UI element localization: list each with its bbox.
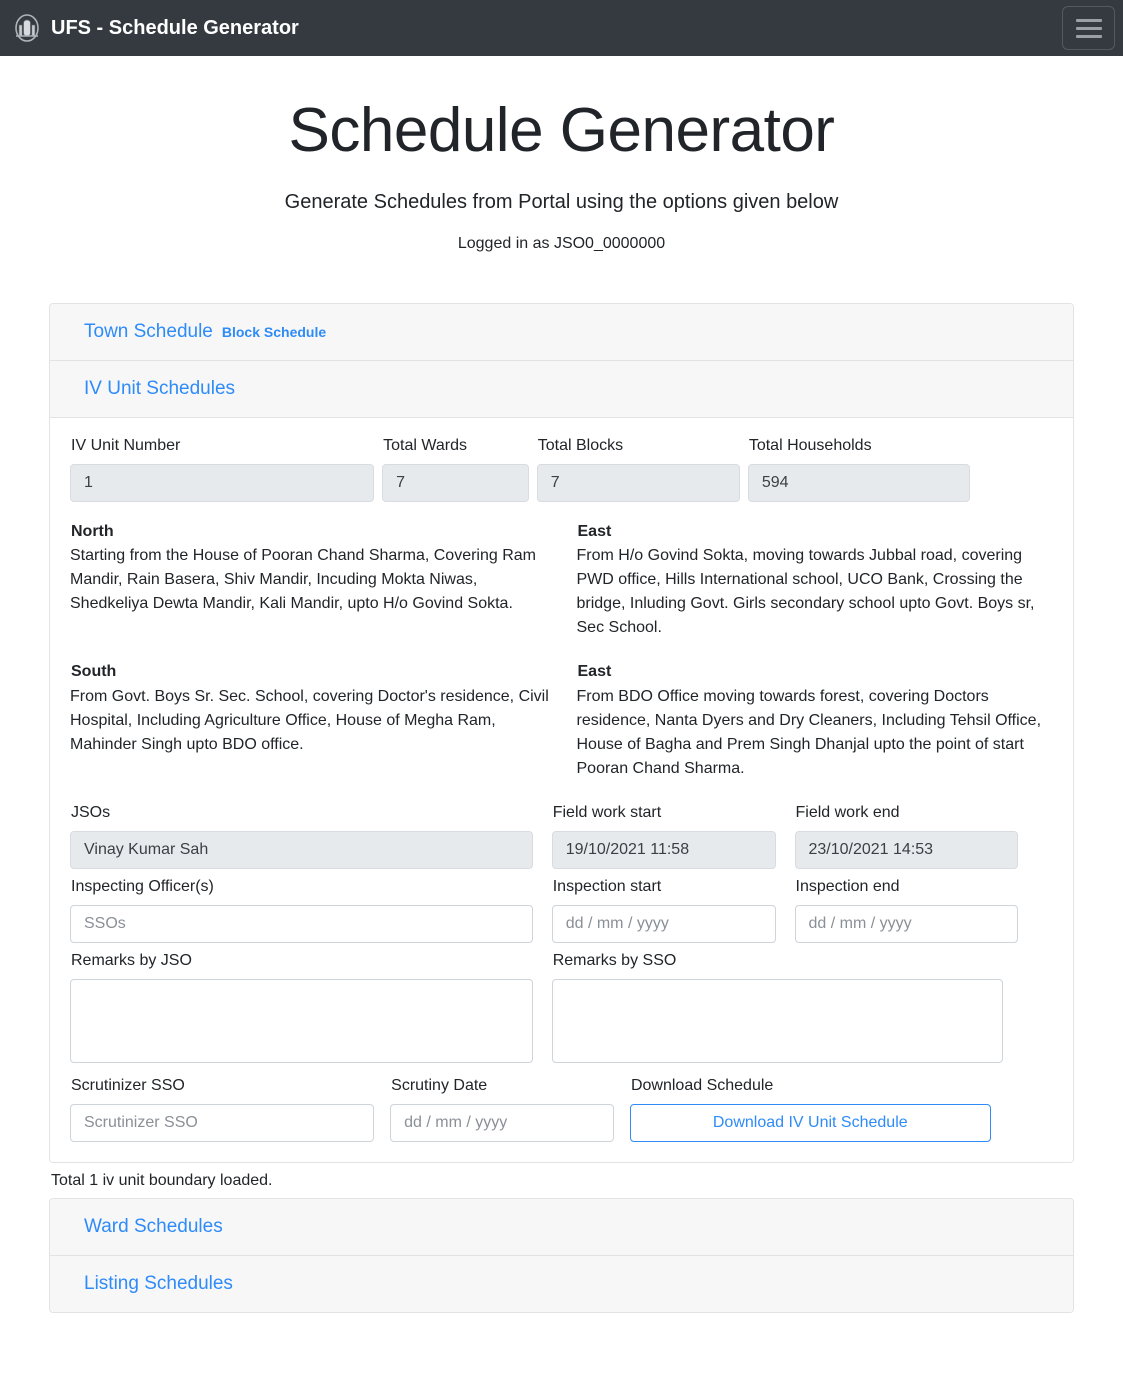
listing-schedules-header: Listing Schedules: [50, 1256, 1073, 1313]
boundary-east-2: East From BDO Office moving towards fore…: [562, 662, 1058, 780]
boundary-row-2: South From Govt. Boys Sr. Sec. School, c…: [66, 662, 1057, 780]
field-total-wards: Total Wards: [378, 436, 533, 503]
total-wards-input: [382, 464, 529, 503]
field-total-households: Total Households: [744, 436, 974, 503]
boundary-east-2-text: From BDO Office moving towards forest, c…: [576, 687, 1042, 777]
total-wards-label: Total Wards: [383, 436, 468, 454]
tab-iv-unit-schedules[interactable]: IV Unit Schedules: [84, 378, 235, 400]
boundary-south-direction: South: [71, 663, 117, 681]
iv-unit-form-body: IV Unit Number Total Wards Total Blocks …: [50, 417, 1073, 1163]
boundary-east-2-direction: East: [577, 663, 612, 681]
boundary-north-text: Starting from the House of Pooran Chand …: [70, 547, 537, 613]
page-subtitle: Generate Schedules from Portal using the…: [284, 190, 839, 213]
inspection-start-label: Inspection start: [552, 877, 662, 895]
field-work-end-input: [794, 830, 1019, 869]
page-title: Schedule Generator: [288, 96, 835, 165]
total-blocks-input: [536, 464, 740, 503]
field-jsos: JSOs: [66, 803, 537, 869]
remarks-jso-label: Remarks by JSO: [71, 951, 192, 969]
jsos-input: [70, 830, 533, 869]
hamburger-bar-2: [1075, 26, 1102, 30]
total-blocks-label: Total Blocks: [537, 436, 624, 454]
field-inspection-start: Inspection start: [537, 877, 780, 943]
inspecting-officers-label: Inspecting Officer(s): [71, 877, 214, 895]
field-remarks-sso: Remarks by SSO: [537, 951, 1008, 1068]
inspection-start-input[interactable]: [551, 904, 776, 943]
field-total-blocks: Total Blocks: [533, 436, 744, 503]
field-inspecting-officers: Inspecting Officer(s): [66, 877, 537, 943]
field-remarks-jso: Remarks by JSO: [66, 951, 537, 1068]
field-field-work-end: Field work end: [780, 803, 1023, 869]
inspecting-officers-input[interactable]: [70, 904, 533, 943]
jso-row: JSOs Field work start Field work end: [66, 803, 1057, 869]
inspection-row: Inspecting Officer(s) Inspection start I…: [66, 877, 1057, 943]
remarks-row: Remarks by JSO Remarks by SSO: [66, 951, 1057, 1068]
town-schedule-header: Town Schedule Block Schedule: [50, 303, 1073, 361]
hamburger-bar-1: [1075, 18, 1102, 22]
iv-unit-number-label: IV Unit Number: [71, 436, 181, 454]
summary-row: IV Unit Number Total Wards Total Blocks …: [66, 436, 1057, 503]
boundary-east-1-text: From H/o Govind Sokta, moving towards Ju…: [576, 547, 1035, 637]
field-iv-unit-number: IV Unit Number: [66, 436, 378, 503]
download-schedule-label: Download Schedule: [630, 1077, 774, 1095]
inspection-end-label: Inspection end: [795, 877, 900, 895]
field-work-start-input: [551, 830, 776, 869]
scrutiny-date-label: Scrutiny Date: [391, 1077, 488, 1095]
boundary-row-1: North Starting from the House of Pooran …: [66, 522, 1057, 640]
top-navbar: UFS - Schedule Generator: [0, 0, 1123, 56]
navbar-brand[interactable]: UFS - Schedule Generator: [8, 13, 299, 43]
boundary-east-1: East From H/o Govind Sokta, moving towar…: [562, 522, 1058, 640]
boundary-north-direction: North: [71, 523, 114, 541]
scrutinizer-sso-label: Scrutinizer SSO: [71, 1077, 185, 1095]
field-work-end-label: Field work end: [795, 803, 900, 821]
remarks-jso-textarea[interactable]: [70, 979, 533, 1064]
total-households-input: [747, 464, 970, 503]
scrutiny-date-input[interactable]: [390, 1104, 614, 1143]
iv-unit-number-input: [70, 464, 375, 503]
ward-schedules-header: Ward Schedules: [50, 1199, 1073, 1257]
inspection-end-input[interactable]: [794, 904, 1019, 943]
boundary-north: North Starting from the House of Pooran …: [66, 522, 562, 640]
boundary-east-1-direction: East: [577, 523, 612, 541]
tab-town-schedule[interactable]: Town Schedule: [84, 321, 213, 343]
logged-in-user: Logged in as JSO0_0000000: [457, 234, 666, 252]
boundary-south-text: From Govt. Boys Sr. Sec. School, coverin…: [70, 687, 549, 753]
navbar-brand-label: UFS - Schedule Generator: [51, 16, 299, 39]
field-field-work-start: Field work start: [537, 803, 780, 869]
field-work-start-label: Field work start: [552, 803, 662, 821]
field-scrutinizer-sso: Scrutinizer SSO: [66, 1076, 378, 1143]
scrutiny-row: Scrutinizer SSO Scrutiny Date Download S…: [66, 1076, 1057, 1143]
remarks-sso-label: Remarks by SSO: [552, 951, 677, 969]
remarks-sso-textarea[interactable]: [551, 979, 1004, 1064]
total-households-label: Total Households: [748, 436, 872, 454]
field-scrutiny-date: Scrutiny Date: [378, 1076, 618, 1143]
content-wrapper: Town Schedule Block Schedule IV Unit Sch…: [0, 302, 1123, 1314]
tab-listing-schedules[interactable]: Listing Schedules: [84, 1273, 233, 1295]
hamburger-icon[interactable]: [1062, 6, 1115, 50]
schedules-card: Town Schedule Block Schedule IV Unit Sch…: [49, 302, 1074, 1164]
jsos-label: JSOs: [71, 803, 111, 821]
field-download-schedule: Download Schedule Download IV Unit Sched…: [618, 1076, 995, 1143]
hamburger-bar-3: [1075, 34, 1102, 38]
tab-block-schedule[interactable]: Block Schedule: [222, 324, 326, 340]
download-iv-unit-schedule-button[interactable]: Download IV Unit Schedule: [629, 1104, 991, 1143]
tab-ward-schedules[interactable]: Ward Schedules: [84, 1216, 223, 1238]
iv-unit-schedules-header: IV Unit Schedules: [50, 360, 1073, 418]
page-header: Schedule Generator Generate Schedules fr…: [0, 56, 1123, 253]
boundary-south: South From Govt. Boys Sr. Sec. School, c…: [66, 662, 562, 780]
emblem-icon: [12, 13, 42, 43]
field-inspection-end: Inspection end: [780, 877, 1023, 943]
boundary-loaded-status: Total 1 iv unit boundary loaded.: [51, 1172, 273, 1190]
footer-sections: Ward Schedules Listing Schedules: [49, 1198, 1074, 1314]
scrutinizer-sso-input[interactable]: [70, 1104, 375, 1143]
